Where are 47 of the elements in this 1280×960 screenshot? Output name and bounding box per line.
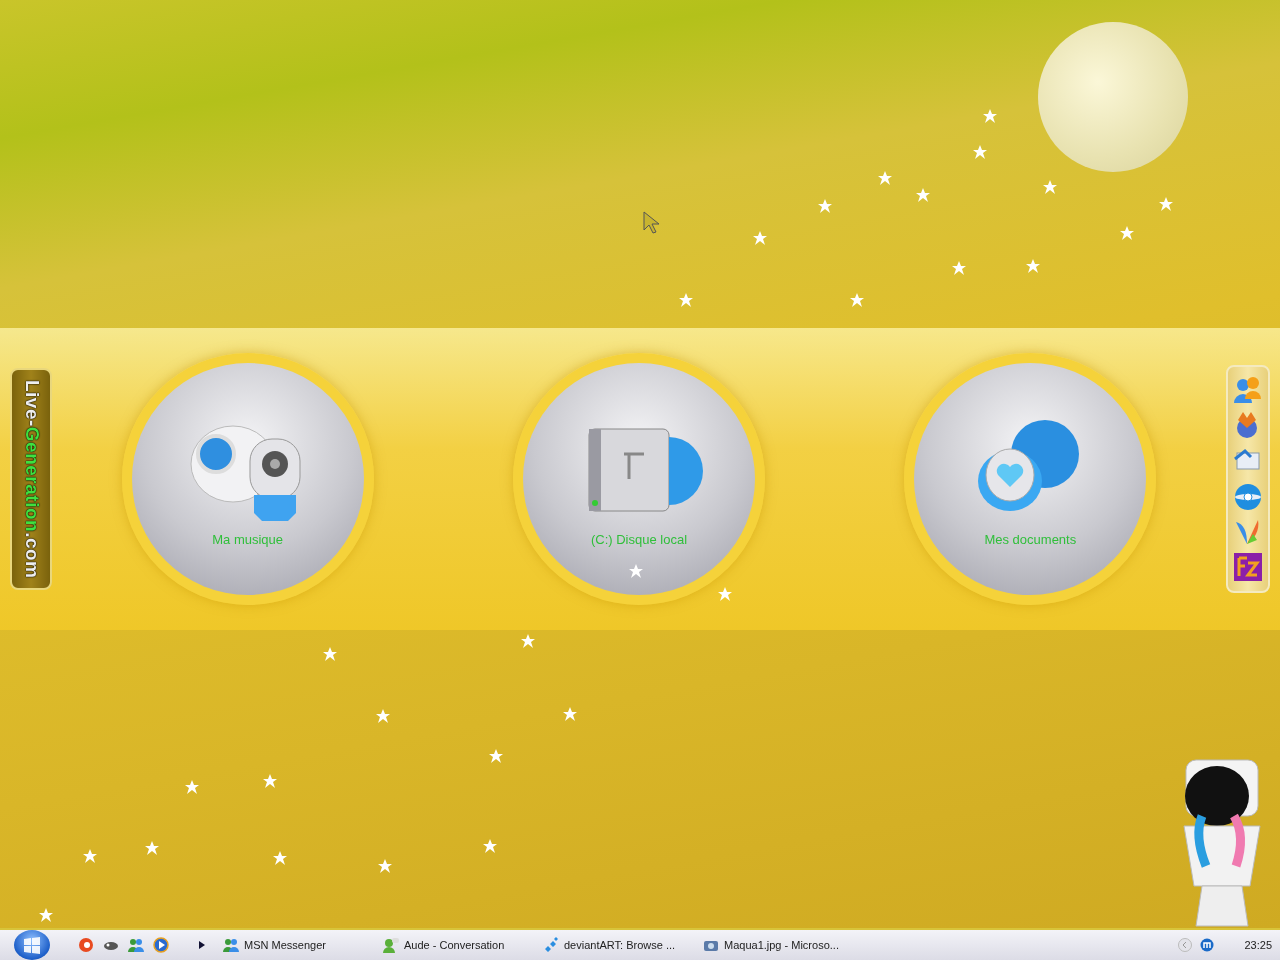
- quick-launch-browser-icon[interactable]: [78, 937, 94, 953]
- mouse-cursor-icon: [643, 211, 659, 235]
- star-icon: [376, 709, 390, 723]
- star-icon: [952, 261, 966, 275]
- expand-arrow-icon[interactable]: [199, 941, 205, 949]
- clock-text: 23:25: [1244, 937, 1272, 953]
- windows-logo-icon: [23, 936, 41, 954]
- star-icon: [679, 293, 693, 307]
- quick-launch-people-icon[interactable]: [128, 937, 144, 953]
- taskbar-task-button[interactable]: Maqua1.jpg - Microso...: [697, 936, 857, 954]
- taskbar-task-button[interactable]: Aude - Conversation: [377, 936, 537, 954]
- star-icon: [563, 707, 577, 721]
- star-icon: [818, 199, 832, 213]
- star-icon: [753, 231, 767, 245]
- web-icon: [543, 937, 559, 953]
- star-icon: [185, 780, 199, 794]
- star-icon: [1159, 197, 1173, 211]
- chat-icon: [383, 937, 399, 953]
- tray-app-icon[interactable]: [1200, 938, 1215, 952]
- star-icon: [916, 188, 930, 202]
- logo-text: Live-Generation.com: [20, 379, 44, 579]
- taskbar-task-button[interactable]: deviantART: Browse ...: [537, 936, 697, 954]
- star-icon: [323, 647, 337, 661]
- star-icon: [1043, 180, 1057, 194]
- star-icon: [378, 859, 392, 873]
- dock-filezilla-icon[interactable]: [1232, 551, 1264, 584]
- quick-launch-media-player-icon[interactable]: [153, 937, 169, 953]
- star-icon: [145, 841, 159, 855]
- taskbar-task-button[interactable]: MSN Messenger: [217, 936, 377, 954]
- star-icon: [878, 171, 892, 185]
- star-icon: [718, 587, 732, 601]
- star-icon: [1120, 226, 1134, 240]
- messenger-icon: [223, 937, 239, 953]
- star-icon: [483, 839, 497, 853]
- star-icon: [1026, 259, 1040, 273]
- tray-collapse-icon[interactable]: [1178, 938, 1193, 952]
- star-icon: [983, 109, 997, 123]
- star-icon: [629, 564, 643, 578]
- star-icon: [973, 145, 987, 159]
- star-icon: [39, 908, 53, 922]
- star-icon: [263, 774, 277, 788]
- star-icon: [521, 634, 535, 648]
- start-button[interactable]: [14, 930, 50, 960]
- star-icon: [273, 851, 287, 865]
- star-icon: [83, 849, 97, 863]
- star-icon: [850, 293, 864, 307]
- star-icon: [489, 749, 503, 763]
